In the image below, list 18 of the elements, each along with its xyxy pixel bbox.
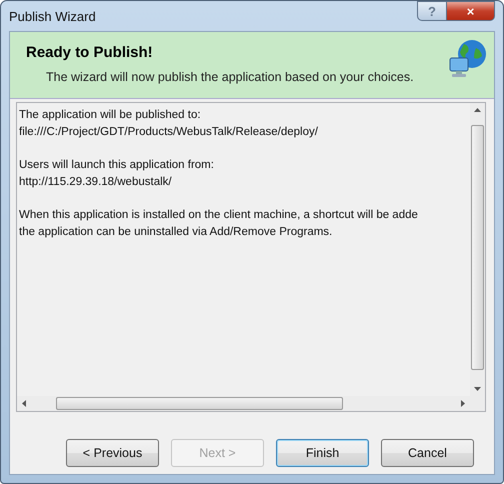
wizard-button[interactable]: Finish: [276, 439, 369, 467]
summary-text-area[interactable]: [16, 102, 486, 412]
summary-line: the application can be uninstalled via Add/Remove Programs.: [19, 225, 334, 240]
scroll-thumb[interactable]: [56, 397, 343, 410]
wizard-button[interactable]: Cancel: [381, 439, 474, 467]
summary-line: http://115.29.39.18/webustalk/: [19, 175, 173, 190]
summary-line: Users will launch this application from:: [19, 158, 215, 173]
header-title: Ready to Publish!: [26, 44, 154, 61]
scroll-thumb[interactable]: [471, 125, 484, 370]
wizard-button[interactable]: < Previous: [66, 439, 159, 467]
summary-line: The application will be published to:: [19, 108, 202, 123]
window-title: Publish Wizard: [9, 8, 96, 24]
summary-line: file:///C:/Project/GDT/Products/WebusTalk/Release/deploy/: [19, 125, 319, 140]
summary-line: When this application is installed on the client machine, a shortcut will be adde: [19, 208, 419, 223]
close-button[interactable]: ×: [447, 1, 495, 21]
horizontal-scrollbar[interactable]: [17, 396, 485, 411]
vertical-scrollbar[interactable]: [470, 103, 485, 396]
header-subtitle: The wizard will now publish the application based on your choices.: [46, 70, 414, 84]
